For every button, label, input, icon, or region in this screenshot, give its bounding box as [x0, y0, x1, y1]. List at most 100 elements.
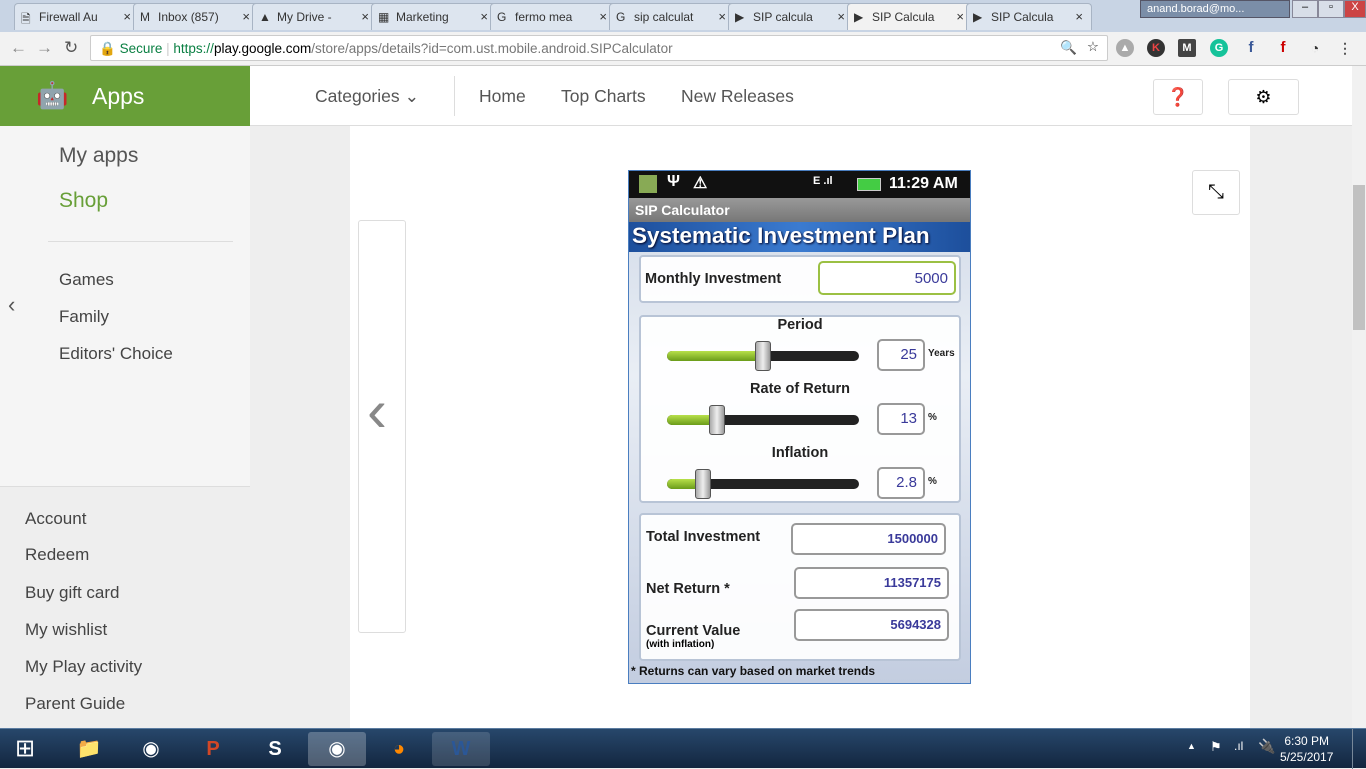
- zoom-icon[interactable]: 🔍: [1060, 40, 1077, 56]
- k-extension-icon[interactable]: K: [1147, 39, 1165, 57]
- chrome-taskbar-icon[interactable]: ◉: [122, 732, 180, 766]
- close-tab-icon[interactable]: ×: [956, 9, 964, 24]
- close-tab-icon[interactable]: ×: [718, 9, 726, 24]
- slider-thumb[interactable]: [755, 341, 771, 371]
- drive-extension-icon[interactable]: ▲: [1116, 39, 1134, 57]
- sidebar-item-shop[interactable]: Shop: [59, 189, 108, 213]
- m-extension-icon[interactable]: M: [1178, 39, 1196, 57]
- slider-track[interactable]: [667, 405, 859, 435]
- slack-taskbar-icon[interactable]: S: [246, 732, 304, 766]
- menu-buy-gift-card[interactable]: Buy gift card: [25, 583, 120, 603]
- chevron-down-icon: ⌄: [404, 86, 420, 106]
- slider-value-input[interactable]: 13: [877, 403, 925, 435]
- slider-label: Rate of Return: [750, 381, 850, 397]
- sidebar-item-family[interactable]: Family: [59, 307, 109, 327]
- close-tab-icon[interactable]: ×: [1075, 9, 1083, 24]
- sidebar-item-games[interactable]: Games: [59, 270, 114, 290]
- help-button[interactable]: ❓: [1153, 79, 1203, 115]
- browser-tab[interactable]: ▲ My Drive - ×: [252, 3, 378, 30]
- browser-tab[interactable]: Gsip calculat ×: [609, 3, 735, 30]
- sliders-panel: Period 25 Years Rate of Return 13 % Infl…: [639, 315, 961, 503]
- close-tab-icon[interactable]: ×: [242, 9, 250, 24]
- explorer-taskbar-icon[interactable]: 📁: [60, 732, 118, 766]
- back-icon[interactable]: ←: [10, 38, 27, 58]
- menu-account[interactable]: Account: [25, 509, 86, 529]
- browser-tab[interactable]: ▦ Marketing ×: [371, 3, 497, 30]
- forward-icon[interactable]: →: [36, 38, 53, 58]
- slider-value-input[interactable]: 25: [877, 339, 925, 371]
- menu-parent-guide[interactable]: Parent Guide: [25, 694, 125, 714]
- powerpoint-taskbar-icon[interactable]: P: [184, 732, 242, 766]
- phone-status-bar: Ψ ⚠ E .ıl 11:29 AM: [629, 171, 970, 198]
- browser-tab[interactable]: M Inbox (857) ×: [133, 3, 259, 30]
- close-tab-icon[interactable]: ×: [361, 9, 369, 24]
- app-title-bar: SIP Calculator: [629, 198, 970, 222]
- monthly-investment-input[interactable]: 5000: [818, 261, 956, 295]
- sidebar-item-my-apps[interactable]: My apps: [59, 144, 138, 168]
- result-label: Current Value: [646, 623, 741, 639]
- close-tab-icon[interactable]: ×: [837, 9, 845, 24]
- chrome-active-taskbar-icon[interactable]: ◉: [308, 732, 366, 766]
- power-icon[interactable]: 🔌: [1258, 738, 1275, 755]
- close-tab-icon[interactable]: ×: [480, 9, 488, 24]
- slider-unit: Years: [928, 348, 955, 359]
- word-taskbar-icon[interactable]: W: [432, 732, 490, 766]
- sheets-icon: ▦: [378, 10, 390, 24]
- f-extension-icon[interactable]: f: [1274, 39, 1292, 57]
- show-desktop-button[interactable]: [1352, 729, 1366, 769]
- start-button[interactable]: ⊞: [0, 732, 50, 766]
- minimize-button[interactable]: –: [1292, 0, 1318, 18]
- network-icon[interactable]: .ıl: [1234, 739, 1243, 753]
- facebook-icon[interactable]: f: [1242, 39, 1260, 57]
- apps-section-header[interactable]: 🤖 Apps: [0, 66, 250, 126]
- action-center-flag-icon[interactable]: ⚑: [1210, 739, 1222, 755]
- menu-my-wishlist[interactable]: My wishlist: [25, 620, 107, 640]
- nav-new-releases[interactable]: New Releases: [681, 86, 794, 107]
- divider: [48, 241, 233, 242]
- scrollbar-thumb[interactable]: [1353, 185, 1365, 330]
- bookmark-star-icon[interactable]: ☆: [1087, 39, 1099, 55]
- browser-tab[interactable]: ▶ SIP calcula ×: [728, 3, 854, 30]
- previous-screenshot-button[interactable]: ‹: [358, 220, 406, 633]
- document-icon: 🗎: [21, 12, 31, 26]
- firefox-taskbar-icon[interactable]: ◕: [370, 732, 428, 766]
- browser-tab[interactable]: ▶ SIP Calcula ×: [966, 3, 1092, 30]
- speedometer-icon[interactable]: ◔: [1306, 39, 1324, 57]
- categories-dropdown[interactable]: Categories ⌄: [315, 86, 419, 107]
- close-window-button[interactable]: X: [1344, 0, 1366, 18]
- browser-tab[interactable]: Gfermo mea ×: [490, 3, 616, 30]
- slider-thumb[interactable]: [708, 405, 725, 435]
- collapse-sidebar-icon[interactable]: ‹: [8, 292, 15, 318]
- maximize-button[interactable]: ▫: [1318, 0, 1344, 18]
- divider: [454, 76, 455, 116]
- url-input[interactable]: 🔒 Secure | https://play.google.com/store…: [90, 35, 1108, 61]
- vertical-scrollbar[interactable]: [1352, 66, 1366, 728]
- menu-my-play-activity[interactable]: My Play activity: [25, 657, 142, 677]
- reload-icon[interactable]: ↻: [64, 38, 78, 58]
- browser-tab[interactable]: ▶ SIP Calcula ×: [847, 3, 973, 30]
- slider-thumb[interactable]: [695, 469, 712, 499]
- footnote: * Returns can vary based on market trend…: [631, 664, 876, 678]
- profile-button[interactable]: anand.borad@mo...: [1140, 0, 1290, 18]
- sidebar: My apps Shop Games Family Editors' Choic…: [0, 126, 250, 486]
- nav-top-charts[interactable]: Top Charts: [561, 86, 646, 107]
- monthly-investment-label: Monthly Investment: [645, 271, 782, 287]
- slider-track[interactable]: [667, 469, 859, 499]
- slider-value-input[interactable]: 2.8: [877, 467, 925, 499]
- slider-label: Period: [777, 317, 823, 333]
- close-tab-icon[interactable]: ×: [123, 9, 131, 24]
- tab-title: sip calculat: [634, 10, 694, 24]
- menu-redeem[interactable]: Redeem: [25, 545, 89, 565]
- menu-icon[interactable]: ⋮: [1336, 39, 1354, 57]
- settings-button[interactable]: ⚙: [1228, 79, 1299, 115]
- system-clock[interactable]: 6:30 PM 5/25/2017: [1280, 733, 1333, 765]
- close-tab-icon[interactable]: ×: [599, 9, 607, 24]
- sidebar-item-editors-choice[interactable]: Editors' Choice: [59, 344, 173, 364]
- slider-track[interactable]: [667, 341, 859, 371]
- show-hidden-icons[interactable]: ▲: [1187, 741, 1196, 751]
- section-title: Apps: [92, 83, 145, 109]
- exit-fullscreen-button[interactable]: ⤡: [1192, 170, 1240, 215]
- grammarly-icon[interactable]: G: [1210, 39, 1228, 57]
- browser-tab[interactable]: 🗎 Firewall Au ×: [14, 3, 140, 30]
- nav-home[interactable]: Home: [479, 86, 526, 107]
